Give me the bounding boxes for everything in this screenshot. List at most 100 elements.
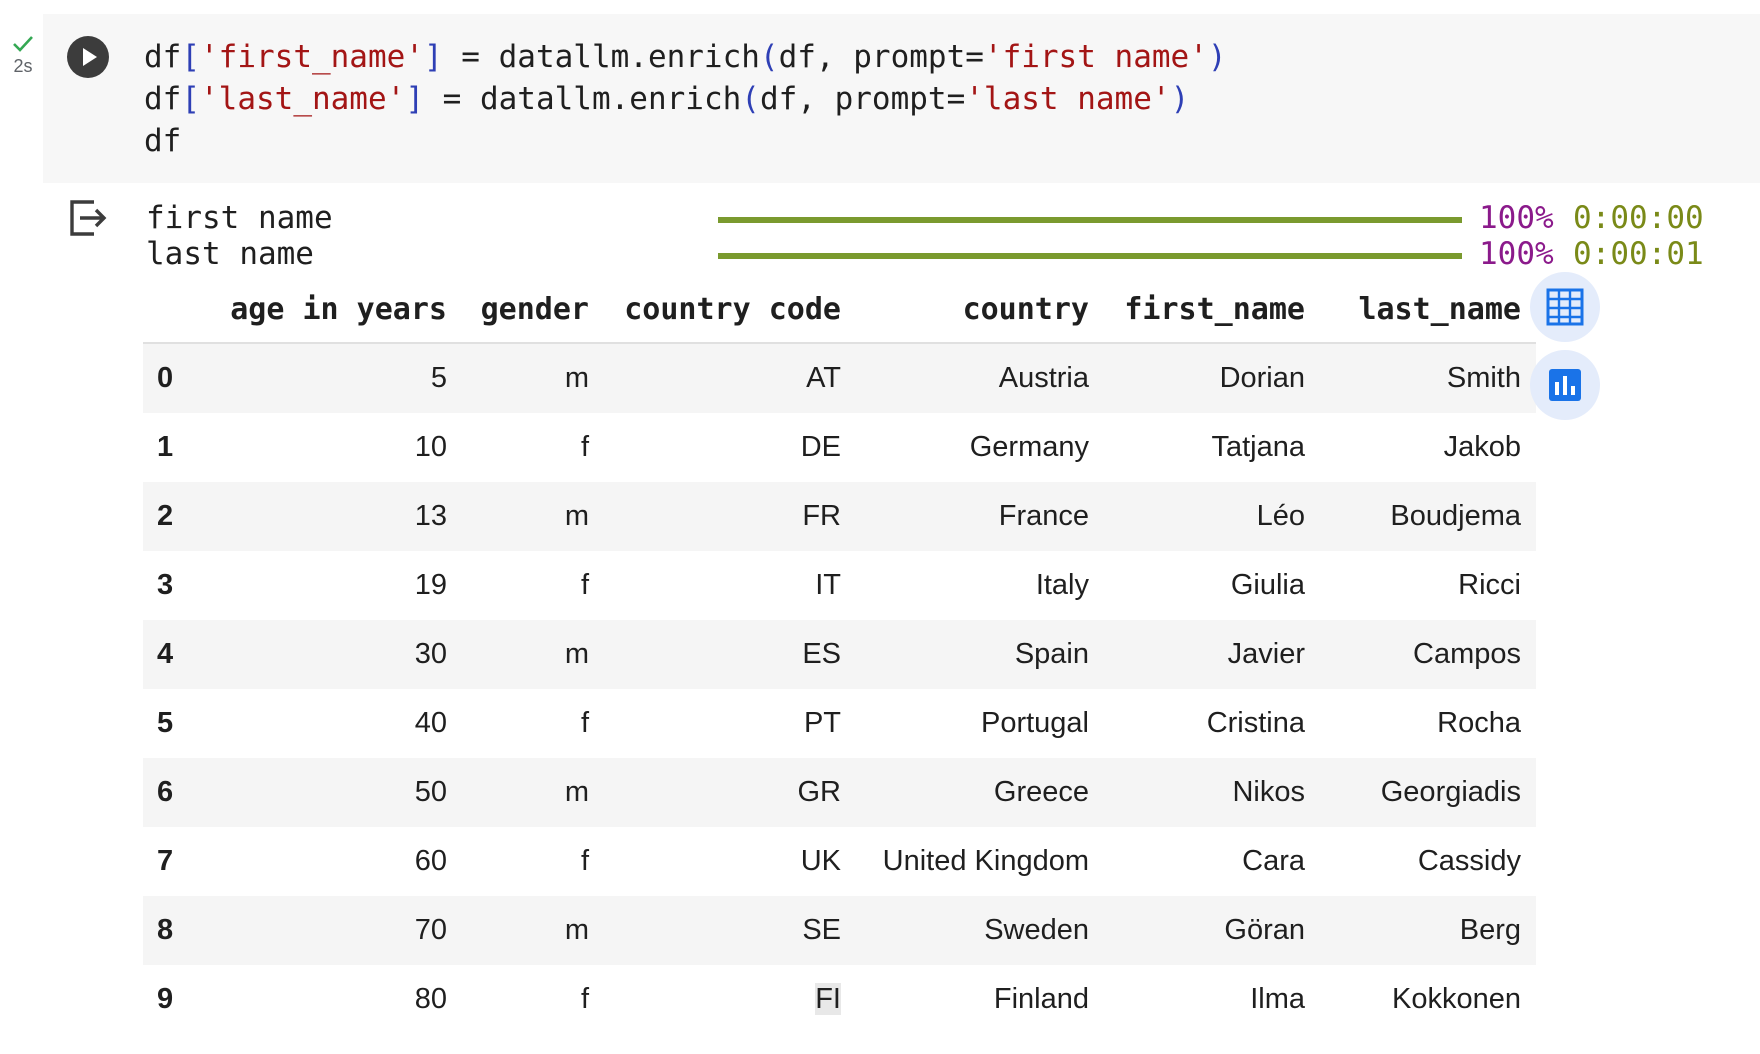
progress-bar [718,253,1462,259]
row-index: 2 [157,500,174,532]
table-cell: Cristina [1206,707,1305,739]
column-header: country [856,276,1104,344]
play-icon [83,48,97,66]
table-cell: 5 [430,362,447,394]
table-cell: m [564,776,589,808]
row-index: 5 [157,707,174,739]
table-cell: 70 [414,914,447,946]
table-cell: f [580,569,589,601]
table-cell: 13 [414,500,447,532]
table-cell: Jakob [1443,431,1521,463]
table-cell: f [580,431,589,463]
row-index: 6 [157,776,174,808]
output-exit-icon[interactable] [66,196,110,240]
suggest-charts-button[interactable] [1530,350,1600,420]
code-cell[interactable]: df['first_name'] = datallm.enrich(df, pr… [43,14,1760,183]
table-cell: Rocha [1437,707,1521,739]
table-cell: Giulia [1230,569,1305,601]
table-cell: Dorian [1219,362,1305,394]
table-cell: m [564,500,589,532]
execution-status: 2s [6,34,40,77]
progress-label: last name [146,236,314,272]
table-row: 0 5 m AT Austria Dorian Smith [143,343,1536,413]
dataframe-table: age in years gender country code country… [143,276,1536,1034]
row-index: 9 [157,983,174,1015]
execution-time: 2s [13,56,33,76]
table-cell: f [580,983,589,1015]
table-cell: 10 [414,431,447,463]
table-cell: f [580,845,589,877]
table-cell: Ilma [1250,983,1305,1015]
table-cell: Tatjana [1211,431,1305,463]
table-cell: GR [797,776,842,808]
table-cell: m [564,638,589,670]
progress-percent: 100% [1479,236,1554,272]
table-cell: Campos [1413,638,1521,670]
table-cell: 50 [414,776,447,808]
table-cell: IT [815,569,841,601]
row-index: 8 [157,914,174,946]
progress-elapsed: 0:00:01 [1573,236,1704,272]
table-cell: Cara [1242,845,1305,877]
column-header: gender [462,276,604,344]
run-cell-button[interactable] [67,36,109,78]
table-cell: France [998,500,1089,532]
code-editor[interactable]: df['first_name'] = datallm.enrich(df, pr… [144,36,1227,162]
table-cell: 30 [414,638,447,670]
table-cell: Berg [1459,914,1521,946]
column-header: age in years [210,276,462,344]
code-line-3: df [144,123,182,159]
table-header-row: age in years gender country code country… [143,276,1536,344]
table-cell: Sweden [984,914,1089,946]
progress-elapsed: 0:00:00 [1573,200,1704,236]
highlighted-cell-text: FI [815,983,841,1015]
table-cell: Javier [1227,638,1305,670]
table-cell: Finland [993,983,1089,1015]
column-header: last_name [1320,276,1536,344]
table-cell: m [564,914,589,946]
table-cell: 80 [414,983,447,1015]
table-cell: UK [800,845,841,877]
progress-row-last-name: last name 100% 0:00:01 [146,236,1706,272]
check-icon [13,36,33,52]
table-row: 6 50 m GR Greece Nikos Georgiadis [143,758,1536,827]
table-icon [1546,288,1584,326]
table-cell: Spain [1014,638,1089,670]
table-cell: Greece [993,776,1089,808]
table-cell: PT [803,707,841,739]
progress-fill [718,217,1462,223]
row-index: 1 [157,431,174,463]
index-header [143,276,210,344]
table-row: 1 10 f DE Germany Tatjana Jakob [143,413,1536,482]
table-cell: Boudjema [1390,500,1521,532]
row-index: 0 [157,362,174,394]
table-cell: Cassidy [1417,845,1521,877]
table-cell: SE [802,914,841,946]
table-cell: f [580,707,589,739]
progress-row-first-name: first name 100% 0:00:00 [146,200,1706,236]
table-row: 8 70 m SE Sweden Göran Berg [143,896,1536,965]
table-cell: 40 [414,707,447,739]
table-cell: Smith [1446,362,1521,394]
table-cell: 19 [414,569,447,601]
table-cell: AT [806,362,841,394]
row-index: 7 [157,845,174,877]
table-cell: Portugal [980,707,1089,739]
table-row: 7 60 f UK United Kingdom Cara Cassidy [143,827,1536,896]
table-cell: m [564,362,589,394]
column-header: country code [604,276,856,344]
table-cell: ES [802,638,841,670]
table-cell: United Kingdom [882,845,1089,877]
table-cell: FI [604,965,856,1034]
progress-percent: 100% [1479,200,1554,236]
table-row: 5 40 f PT Portugal Cristina Rocha [143,689,1536,758]
table-cell: Germany [969,431,1089,463]
table-cell: Ricci [1458,569,1521,601]
table-cell: DE [800,431,841,463]
code-line-1: df['first_name'] = datallm.enrich(df, pr… [144,39,1227,75]
row-index: 4 [157,638,174,670]
table-cell: Nikos [1232,776,1305,808]
table-cell: FR [802,500,841,532]
table-cell: Léo [1256,500,1305,532]
convert-to-interactive-table-button[interactable] [1530,272,1600,342]
